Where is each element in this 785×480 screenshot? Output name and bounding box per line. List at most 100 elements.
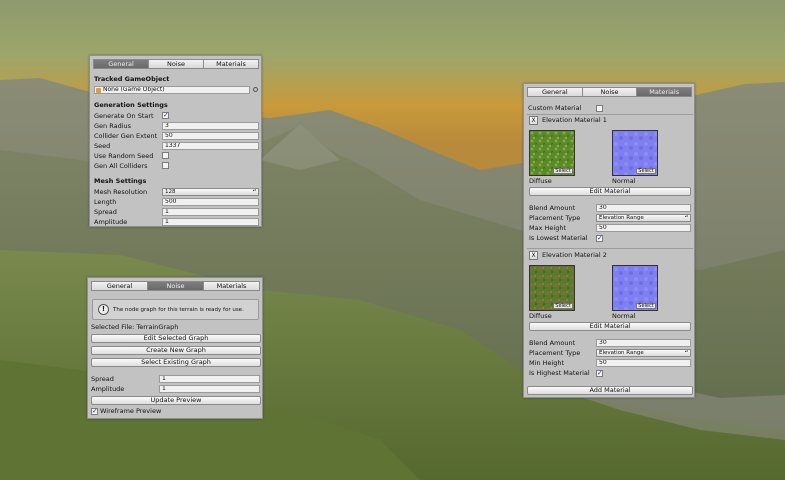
noise-settings-panel: General Noise Materials ! The node graph… <box>87 277 263 419</box>
remove-material-1-button[interactable]: X <box>529 116 538 125</box>
gen-radius-label: Gen Radius <box>94 122 132 130</box>
placement-type-2-dropdown[interactable]: Elevation Range <box>596 349 691 357</box>
blend-amount-1-field[interactable]: 30 <box>596 204 691 212</box>
update-preview-button[interactable]: Update Preview <box>91 396 261 405</box>
spread-field[interactable]: 1 <box>162 208 259 216</box>
is-highest-material-label: Is Highest Material <box>529 369 590 377</box>
tab-materials[interactable]: Materials <box>203 281 260 291</box>
tab-general[interactable]: General <box>91 281 148 291</box>
custom-material-checkbox[interactable] <box>596 105 603 112</box>
use-random-seed-checkbox[interactable] <box>162 152 169 159</box>
edit-material-1-button[interactable]: Edit Material <box>529 187 691 196</box>
tracked-gameobject-header: Tracked GameObject <box>94 75 170 83</box>
diffuse-texture-2[interactable]: Select <box>529 265 575 311</box>
normal-texture-2[interactable]: Select <box>612 265 658 311</box>
generate-on-start-row: Generate On Start ✓ <box>90 111 261 121</box>
amplitude-label: Amplitude <box>94 218 128 226</box>
edit-material-2-button[interactable]: Edit Material <box>529 322 691 331</box>
info-text: The node graph for this terrain is ready… <box>113 307 244 313</box>
select-diffuse-2-button[interactable]: Select <box>553 303 573 309</box>
placement-type-2-label: Placement Type <box>529 349 581 357</box>
seed-field[interactable]: 1337 <box>162 142 259 150</box>
gen-radius-field[interactable]: 3 <box>162 122 259 130</box>
amplitude-field[interactable]: 1 <box>162 218 259 226</box>
seed-row: Seed 1337 <box>90 141 261 151</box>
divider <box>527 248 693 249</box>
normal-1-label: Normal <box>612 177 636 185</box>
info-icon: ! <box>98 304 109 315</box>
blend-amount-1-label: Blend Amount <box>529 204 576 212</box>
normal-2-label: Normal <box>612 312 636 320</box>
is-lowest-material-checkbox[interactable]: ✓ <box>596 235 603 242</box>
max-height-field[interactable]: 50 <box>596 224 691 232</box>
tracked-object-value: None (Game Object) <box>103 86 165 93</box>
mesh-settings-header: Mesh Settings <box>94 177 147 185</box>
length-field[interactable]: 500 <box>162 198 259 206</box>
material-1-title: Elevation Material 1 <box>542 116 607 124</box>
tab-noise[interactable]: Noise <box>147 281 204 291</box>
gen-radius-row: Gen Radius 3 <box>90 121 261 131</box>
info-box: ! The node graph for this terrain is rea… <box>92 299 259 320</box>
mesh-resolution-label: Mesh Resolution <box>94 188 148 196</box>
noise-amplitude-label: Amplitude <box>91 385 125 393</box>
panel-tabs: General Noise Materials <box>91 281 260 291</box>
seed-label: Seed <box>94 142 111 150</box>
wireframe-preview-label: Wireframe Preview <box>100 407 162 415</box>
tracked-object-field[interactable]: None (Game Object) <box>94 86 250 94</box>
gen-all-colliders-checkbox[interactable] <box>162 162 169 169</box>
create-new-graph-button[interactable]: Create New Graph <box>91 346 261 355</box>
select-diffuse-1-button[interactable]: Select <box>553 168 573 174</box>
use-random-seed-row: Use Random Seed <box>90 151 261 161</box>
length-label: Length <box>94 198 117 206</box>
panel-tabs: General Noise Materials <box>93 59 259 69</box>
collider-extent-field[interactable]: 50 <box>162 132 259 140</box>
noise-amplitude-field[interactable]: 1 <box>159 385 260 393</box>
select-normal-1-button[interactable]: Select <box>636 168 656 174</box>
spread-row: Spread 1 <box>90 207 261 217</box>
diffuse-texture-1[interactable]: Select <box>529 130 575 176</box>
mesh-resolution-dropdown[interactable]: 128 <box>162 188 259 196</box>
max-height-label: Max Height <box>529 224 566 232</box>
materials-settings-panel: General Noise Materials Custom Material … <box>523 83 695 398</box>
spread-label: Spread <box>94 208 117 216</box>
add-material-button[interactable]: Add Material <box>527 386 693 395</box>
tab-noise[interactable]: Noise <box>148 59 204 69</box>
tab-general[interactable]: General <box>527 87 583 97</box>
placement-type-1-dropdown[interactable]: Elevation Range <box>596 214 691 222</box>
general-settings-panel: General Noise Materials Tracked GameObje… <box>89 55 262 227</box>
is-highest-material-checkbox[interactable]: ✓ <box>596 370 603 377</box>
tab-general[interactable]: General <box>93 59 149 69</box>
gameobject-icon <box>96 87 101 93</box>
normal-texture-1[interactable]: Select <box>612 130 658 176</box>
generate-on-start-checkbox[interactable]: ✓ <box>162 112 169 119</box>
generation-settings-header: Generation Settings <box>94 101 168 109</box>
object-picker-icon[interactable] <box>253 87 258 92</box>
noise-spread-label: Spread <box>91 375 114 383</box>
use-random-seed-label: Use Random Seed <box>94 152 154 160</box>
is-lowest-material-label: Is Lowest Material <box>529 234 588 242</box>
noise-spread-field[interactable]: 1 <box>159 375 260 383</box>
edit-selected-graph-button[interactable]: Edit Selected Graph <box>91 334 261 343</box>
gen-all-colliders-label: Gen All Colliders <box>94 162 148 170</box>
selected-file-label: Selected File: TerrainGraph <box>91 323 179 331</box>
tab-noise[interactable]: Noise <box>581 87 638 97</box>
min-height-field[interactable]: 50 <box>596 359 691 367</box>
remove-material-2-button[interactable]: X <box>529 251 538 260</box>
collider-extent-row: Collider Gen Extent 50 <box>90 131 261 141</box>
placement-type-1-label: Placement Type <box>529 214 581 222</box>
diffuse-2-label: Diffuse <box>529 312 552 320</box>
wireframe-preview-checkbox[interactable]: ✓ <box>91 408 98 415</box>
select-existing-graph-button[interactable]: Select Existing Graph <box>91 358 261 367</box>
blend-amount-2-field[interactable]: 30 <box>596 339 691 347</box>
elevation-material-2: X Elevation Material 2 Select Select Dif… <box>524 250 696 380</box>
generate-on-start-label: Generate On Start <box>94 112 154 120</box>
custom-material-label: Custom Material <box>528 104 582 112</box>
tab-materials[interactable]: Materials <box>203 59 259 69</box>
tab-materials[interactable]: Materials <box>636 87 693 97</box>
select-normal-2-button[interactable]: Select <box>636 303 656 309</box>
min-height-label: Min Height <box>529 359 565 367</box>
length-row: Length 500 <box>90 197 261 207</box>
elevation-material-1: X Elevation Material 1 Select Select Dif… <box>524 115 696 245</box>
material-2-title: Elevation Material 2 <box>542 251 607 259</box>
amplitude-row: Amplitude 1 <box>90 217 261 227</box>
